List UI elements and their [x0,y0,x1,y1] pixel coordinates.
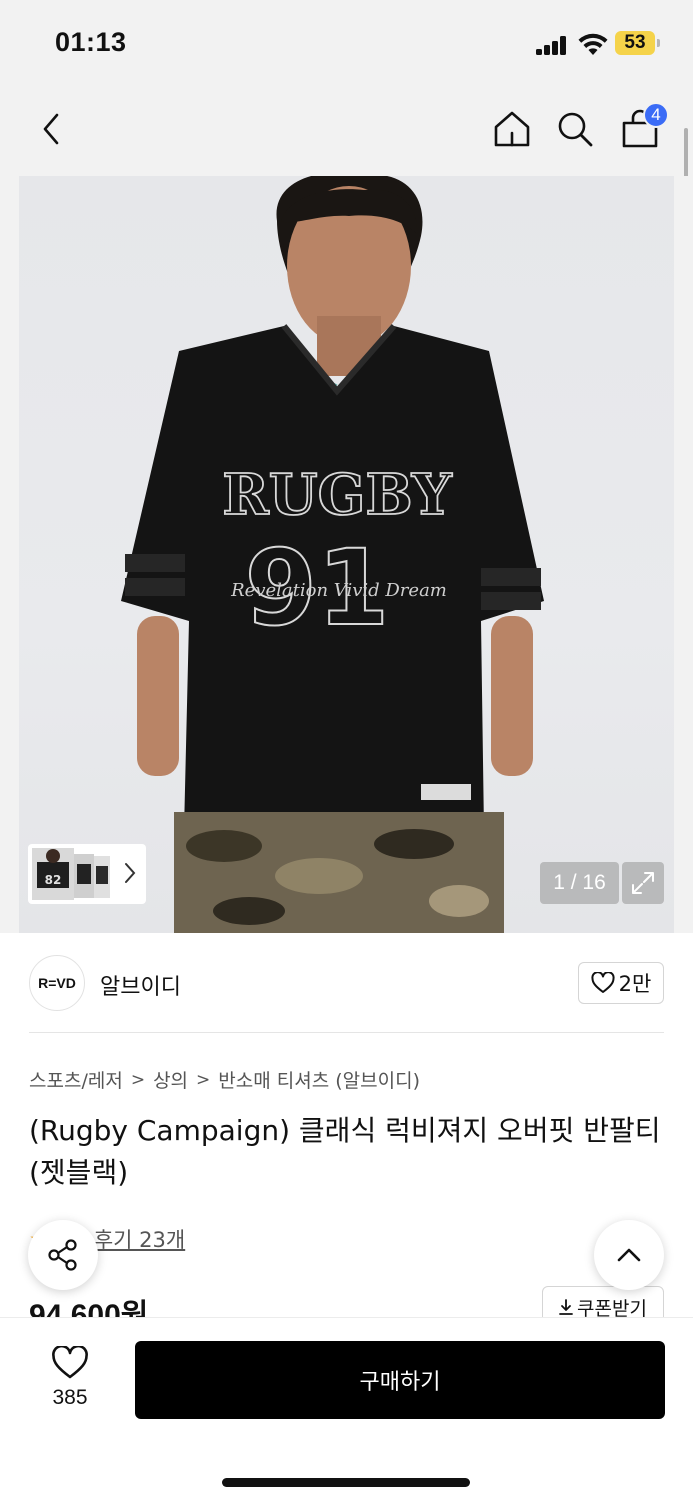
search-icon [558,112,593,147]
heart-icon [591,972,615,993]
back-button[interactable] [28,106,74,152]
divider [29,1032,664,1033]
cart-button[interactable]: 4 [617,102,669,152]
chevron-left-icon [43,113,59,145]
thumbnail-images: 82 [32,848,110,900]
status-bar: 01:13 53 [0,0,693,86]
chevron-right-icon: > [130,1069,146,1090]
share-button[interactable] [28,1220,98,1290]
search-button[interactable] [552,106,598,152]
review-count-link[interactable]: 후기 23개 [94,1224,185,1254]
buy-button[interactable]: 구매하기 [135,1341,665,1419]
product-title: (Rugby Campaign) 클래식 럭비져지 오버핏 반팔티 (젯블랙) [29,1114,661,1189]
battery-icon: 53 [615,31,661,55]
chevron-right-icon: > [196,1069,211,1090]
wifi-icon [577,31,609,57]
brand-name[interactable]: 알브이디 [100,969,181,1001]
brand-row[interactable]: R=VD 알브이디 2만 [0,933,693,1033]
cellular-signal-icon [536,35,568,55]
battery-level: 53 [624,32,646,53]
brand-like-count: 2만 [618,972,652,996]
home-indicator [222,1478,470,1487]
brand-like-button[interactable]: 2만 [578,962,664,1004]
breadcrumb-item-short-sleeve[interactable]: 반소매 티셔츠 (알브이디) [218,1066,420,1093]
home-icon [494,111,530,147]
bottom-action-bar: 385 구매하기 [0,1317,693,1500]
chevron-right-icon [125,863,136,883]
download-icon [559,1299,573,1315]
top-navigation: 4 [0,86,693,176]
print-script: Revelation Vivid Dream [230,580,447,601]
image-counter: 1 / 16 [540,862,619,904]
product-photo: RUGBY 91 Revelation Vivid Dream [19,176,674,933]
breadcrumb-item-tops[interactable]: 상의 [153,1066,188,1093]
expand-button[interactable] [622,862,664,904]
cart-count-badge: 4 [643,102,669,128]
print-rugby: RUGBY [222,462,453,528]
status-time: 01:13 [55,27,127,57]
thumbnail-number: 82 [45,873,62,887]
scroll-to-top-button[interactable] [594,1220,664,1290]
expand-icon [632,872,654,894]
breadcrumb-item-sports[interactable]: 스포츠/레저 [29,1066,123,1093]
heart-icon [52,1344,88,1379]
home-button[interactable] [489,106,535,152]
gallery-thumbnails[interactable]: 82 [28,844,146,904]
wishlist-count: 385 [52,1386,88,1409]
chevron-up-icon [617,1248,641,1262]
product-image-gallery[interactable]: RUGBY 91 Revelation Vivid Dream [0,176,693,933]
breadcrumb: 스포츠/레저 > 상의 > 반소매 티셔츠 (알브이디) [29,1066,420,1093]
share-icon [48,1239,77,1271]
wishlist-button[interactable]: 385 [30,1344,110,1410]
brand-logo[interactable]: R=VD [29,955,85,1011]
